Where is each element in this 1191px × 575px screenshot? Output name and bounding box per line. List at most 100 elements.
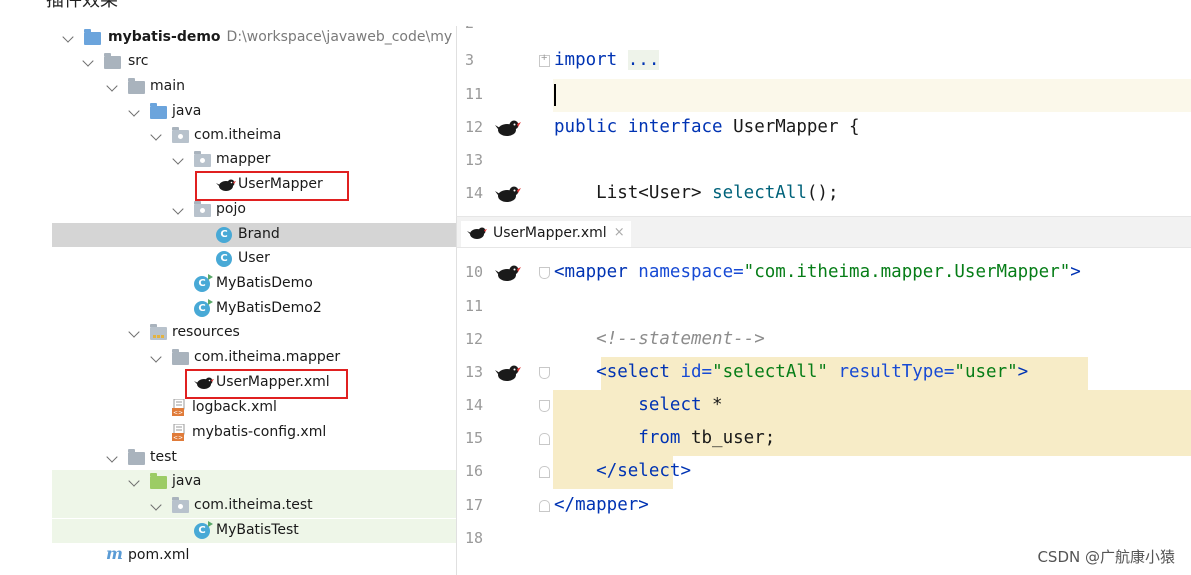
tree-item-brand[interactable]: C Brand (52, 223, 456, 247)
editor-xml[interactable]: 10 <mapper namespace="com.itheima.mapper… (456, 248, 1191, 575)
tree-item-mybatisdemo[interactable]: C MyBatisDemo (52, 272, 456, 296)
chevron-down-icon[interactable] (172, 153, 184, 165)
mybatis-bird-icon (467, 227, 487, 239)
chevron-down-icon[interactable] (150, 499, 162, 511)
chevron-down-icon[interactable] (150, 129, 162, 141)
tree-item-label: test (150, 449, 177, 465)
class-icon: C (216, 227, 232, 243)
tree-item-pojo[interactable]: pojo (52, 198, 456, 222)
code-token: id= (669, 362, 713, 382)
chevron-down-icon[interactable] (62, 31, 74, 43)
tree-item-label: com.itheima (194, 127, 282, 143)
code-token: * (701, 395, 723, 415)
line-number: 16 (465, 462, 484, 480)
package-icon (172, 127, 189, 143)
highlight-box-usermapper (195, 171, 349, 201)
tree-item-logback[interactable]: <> logback.xml (52, 396, 456, 420)
tree-item-label: main (150, 78, 185, 94)
fold-expand-icon[interactable] (539, 52, 550, 67)
line-number: 14 (465, 184, 484, 202)
mybatis-bird-gutter-icon[interactable] (495, 364, 521, 382)
chevron-down-icon[interactable] (106, 80, 118, 92)
svg-text:<>: <> (173, 435, 183, 442)
chevron-down-icon[interactable] (128, 475, 140, 487)
line-number: 14 (465, 396, 484, 414)
package-icon (172, 497, 189, 513)
tree-item-test-java[interactable]: java (52, 470, 456, 494)
code-token: selectAll (712, 183, 807, 203)
line-number: 18 (465, 529, 484, 547)
fold-collapse-icon[interactable] (539, 500, 550, 512)
tree-item-label: Brand (238, 226, 280, 242)
code-line: 13 <select id="selectAll" resultType="us… (457, 357, 1191, 390)
line-number: 17 (465, 496, 484, 514)
tree-item-label: resources (172, 324, 240, 340)
tree-item-pom[interactable]: m pom.xml (52, 544, 456, 568)
tree-item-com-itheima-mapper[interactable]: com.itheima.mapper (52, 346, 456, 370)
code-token[interactable]: ... (627, 50, 660, 70)
line-number: 11 (465, 85, 484, 103)
class-icon: C (216, 251, 232, 267)
code-token: List<User> (596, 183, 713, 203)
tree-item-label: com.itheima.test (194, 497, 313, 513)
mybatis-bird-gutter-icon[interactable] (495, 185, 521, 203)
editor-java[interactable]: 2 3 import ... 11 12 public interface Us… (456, 26, 1191, 216)
tree-item-label: pojo (216, 201, 246, 217)
line-number: 15 (465, 429, 484, 447)
tree-item-com-itheima[interactable]: com.itheima (52, 124, 456, 148)
tree-item-mybatisdemo2[interactable]: C MyBatisDemo2 (52, 297, 456, 321)
tree-item-resources[interactable]: resources (52, 321, 456, 345)
code-token: namespace= (627, 262, 744, 282)
chevron-down-icon[interactable] (128, 105, 140, 117)
fold-collapse-icon[interactable] (539, 433, 550, 445)
project-tree[interactable]: mybatis-demo D:\workspace\javaweb_code\my… (52, 26, 456, 575)
line-number: 13 (465, 151, 484, 169)
svg-text:<>: <> (173, 410, 183, 417)
runnable-class-icon: C (194, 274, 213, 292)
tree-item-mybatis-config[interactable]: <> mybatis-config.xml (52, 421, 456, 445)
tree-item-project[interactable]: mybatis-demo D:\workspace\javaweb_code\my (52, 26, 456, 50)
code-line: 15 from tb_user; (457, 423, 1191, 456)
folder-icon (104, 53, 121, 69)
code-line: 10 <mapper namespace="com.itheima.mapper… (457, 257, 1191, 290)
tab-usermapper-xml[interactable]: UserMapper.xml × (461, 221, 631, 247)
code-token: </mapper> (554, 495, 649, 515)
tree-item-mapper[interactable]: mapper (52, 148, 456, 172)
close-icon[interactable]: × (614, 221, 625, 245)
tree-item-test[interactable]: test (52, 446, 456, 470)
chevron-down-icon[interactable] (128, 326, 140, 338)
chevron-down-icon[interactable] (150, 351, 162, 363)
tree-item-java[interactable]: java (52, 100, 456, 124)
tree-item-label: java (172, 103, 202, 119)
fold-collapse-icon[interactable] (539, 400, 550, 412)
tree-item-user[interactable]: C User (52, 247, 456, 271)
xml-file-icon: <> (172, 424, 185, 442)
tree-item-label: MyBatisTest (216, 522, 299, 538)
tree-item-com-itheima-test[interactable]: com.itheima.test (52, 494, 456, 518)
code-token: "com.itheima.mapper.UserMapper" (743, 262, 1071, 282)
chevron-down-icon[interactable] (82, 55, 94, 67)
tree-item-label: mapper (216, 151, 271, 167)
tree-item-main[interactable]: main (52, 75, 456, 99)
runnable-class-icon: C (194, 299, 213, 317)
tree-item-label: User (238, 250, 270, 266)
chevron-down-icon[interactable] (106, 451, 118, 463)
fold-collapse-icon[interactable] (539, 367, 550, 379)
mybatis-bird-gutter-icon[interactable] (495, 264, 521, 282)
chevron-down-icon[interactable] (172, 203, 184, 215)
tree-item-src[interactable]: src (52, 50, 456, 74)
code-token: "user" (954, 362, 1018, 382)
project-name: mybatis-demo (108, 29, 221, 45)
editor-tab-bar: UserMapper.xml × (456, 216, 1191, 248)
fold-collapse-icon[interactable] (539, 466, 550, 478)
tree-item-mybatistest[interactable]: C MyBatisTest (52, 519, 456, 543)
code-token: from (638, 428, 681, 448)
tree-item-label: src (128, 53, 149, 69)
maven-icon: m (106, 544, 123, 563)
highlight-box-usermapper-xml (185, 369, 348, 399)
fold-collapse-icon[interactable] (539, 267, 550, 279)
code-token: import (554, 50, 618, 70)
code-line: 11 (457, 291, 1191, 324)
line-number: 10 (465, 263, 484, 281)
mybatis-bird-gutter-icon[interactable] (495, 119, 521, 137)
